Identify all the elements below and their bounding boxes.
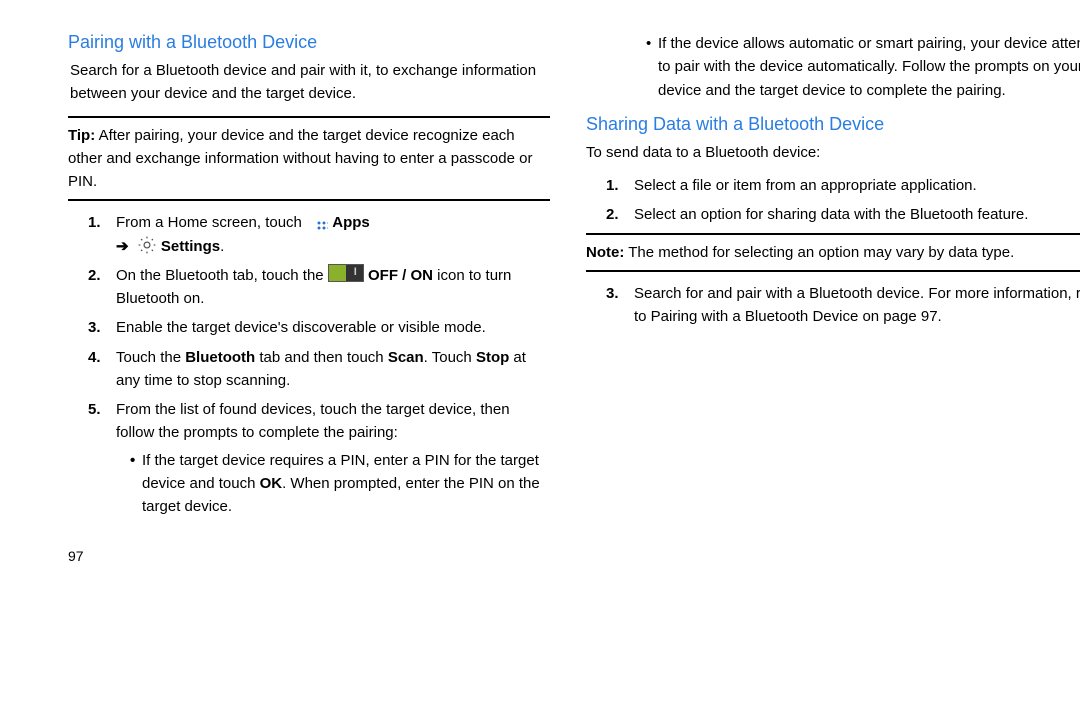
divider <box>586 233 1080 235</box>
heading-sharing: Sharing Data with a Bluetooth Device <box>586 114 1080 135</box>
step-5-sub-1: If the target device requires a PIN, ent… <box>130 449 550 519</box>
ok-label: OK <box>260 475 283 492</box>
step-4: Touch the Bluetooth tab and then touch S… <box>116 346 550 393</box>
step-4-b: tab and then touch <box>255 349 388 366</box>
toggle-label: OFF / ON <box>368 267 433 284</box>
tip-label: Tip: <box>68 127 95 144</box>
arrow-icon: ➔ <box>116 235 129 258</box>
right-column: If the device allows automatic or smart … <box>586 20 1080 564</box>
apps-label: Apps <box>332 214 370 231</box>
step-4-a: Touch the <box>116 349 185 366</box>
step-1: From a Home screen, touch Apps ➔ Setting… <box>116 211 550 258</box>
step-4-c: . Touch <box>424 349 476 366</box>
page-number: 97 <box>68 548 550 564</box>
left-column: Pairing with a Bluetooth Device Search f… <box>68 20 550 564</box>
step-2-text-a: On the Bluetooth tab, touch the <box>116 267 328 284</box>
step-2: On the Bluetooth tab, touch the OFF / ON… <box>116 264 550 311</box>
apps-icon <box>306 211 328 231</box>
sharing-steps: Select a file or item from an appropriat… <box>586 174 1080 227</box>
pairing-steps: From a Home screen, touch Apps ➔ Setting… <box>68 211 550 518</box>
share-step-3: Search for and pair with a Bluetooth dev… <box>634 282 1080 329</box>
step-5-text: From the list of found devices, touch th… <box>116 401 510 441</box>
divider <box>68 116 550 118</box>
cont-sub-item: If the device allows automatic or smart … <box>646 32 1080 102</box>
divider <box>586 270 1080 272</box>
sharing-intro: To send data to a Bluetooth device: <box>586 141 1080 164</box>
settings-label: Settings <box>161 238 220 255</box>
stop-label: Stop <box>476 349 509 366</box>
step-5-sub: If the target device requires a PIN, ent… <box>116 449 550 519</box>
note-label: Note: <box>586 244 624 261</box>
cont-sub: If the device allows automatic or smart … <box>586 32 1080 102</box>
note-block: Note: The method for selecting an option… <box>586 241 1080 264</box>
step-5: From the list of found devices, touch th… <box>116 398 550 518</box>
sharing-steps-cont: Search for and pair with a Bluetooth dev… <box>586 282 1080 329</box>
share-step-1: Select a file or item from an appropriat… <box>634 174 1080 197</box>
toggle-icon <box>328 264 364 282</box>
step-1-text-a: From a Home screen, touch <box>116 214 306 231</box>
divider <box>68 199 550 201</box>
tip-block: Tip: After pairing, your device and the … <box>68 124 550 194</box>
note-text: The method for selecting an option may v… <box>628 244 1014 261</box>
heading-pairing: Pairing with a Bluetooth Device <box>68 32 550 53</box>
bluetooth-label: Bluetooth <box>185 349 255 366</box>
share-step-2: Select an option for sharing data with t… <box>634 203 1080 226</box>
step-3: Enable the target device's discoverable … <box>116 316 550 339</box>
scan-label: Scan <box>388 349 424 366</box>
gear-icon <box>137 235 157 255</box>
tip-text: After pairing, your device and the targe… <box>68 127 532 191</box>
pairing-intro: Search for a Bluetooth device and pair w… <box>70 59 550 106</box>
manual-page: Pairing with a Bluetooth Device Search f… <box>0 20 1080 564</box>
period: . <box>220 238 224 255</box>
